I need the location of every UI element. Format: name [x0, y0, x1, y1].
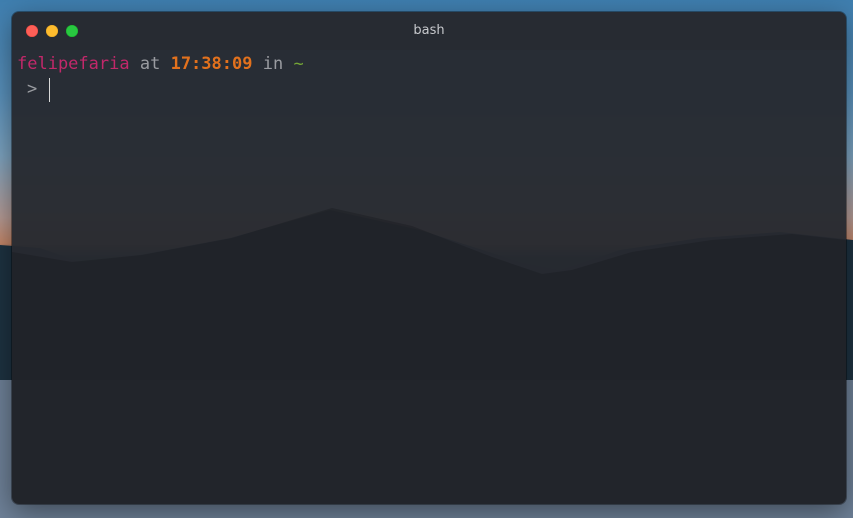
prompt-caret: > — [27, 79, 38, 99]
terminal-output[interactable]: felipefaria at 17:38:09 in ~ > — [17, 52, 841, 498]
prompt-at: at — [139, 54, 161, 74]
terminal-window[interactable]: bash felipefaria at 17:38:09 in ~ > — [12, 12, 846, 504]
prompt-line: felipefaria at 17:38:09 in ~ — [17, 52, 841, 77]
titlebar[interactable]: bash — [12, 12, 846, 50]
prompt-time: 17:38:09 — [170, 54, 253, 74]
window-title: bash — [413, 23, 445, 38]
prompt-directory: ~ — [293, 54, 304, 74]
text-cursor — [49, 78, 50, 102]
prompt-in: in — [262, 54, 284, 74]
command-input-line[interactable]: > — [17, 77, 841, 103]
prompt-username: felipefaria — [17, 54, 130, 74]
